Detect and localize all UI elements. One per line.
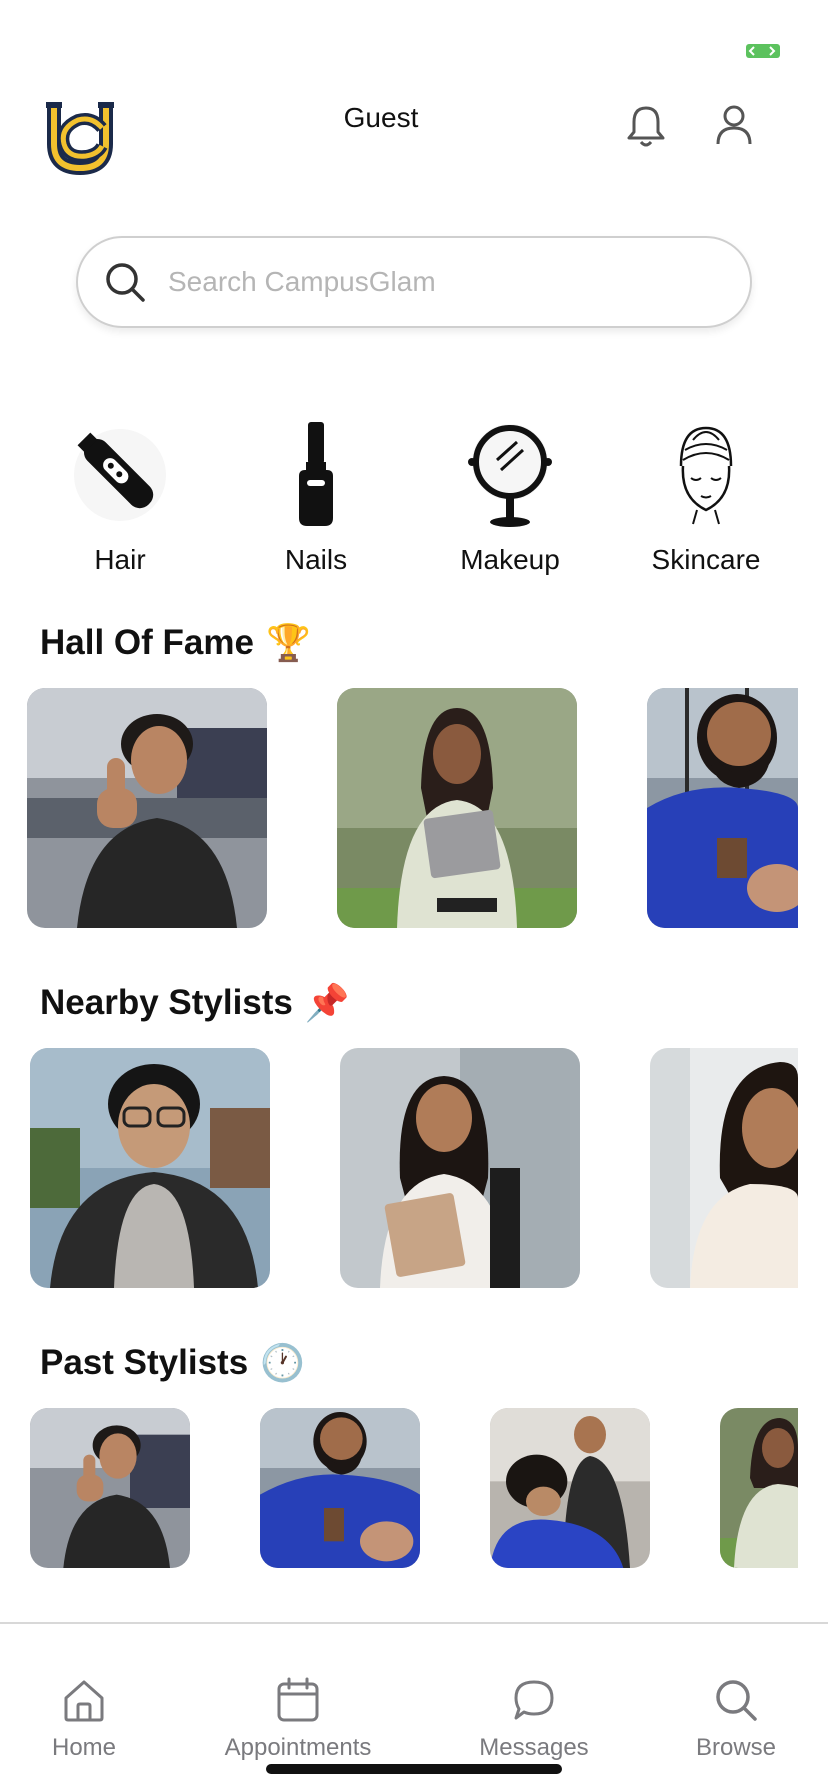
tab-browse[interactable]: Browse [646, 1676, 826, 1762]
search-icon [106, 263, 145, 302]
profile-icon[interactable] [708, 100, 760, 152]
stylist-photo [30, 1048, 270, 1288]
category-nails[interactable]: Nails [236, 420, 396, 590]
stylist-card[interactable] [340, 1048, 580, 1288]
stylist-card[interactable] [260, 1408, 420, 1568]
category-label: Hair [94, 544, 146, 575]
section-title-text: Past Stylists [40, 1343, 249, 1382]
section-title-text: Nearby Stylists [40, 983, 293, 1022]
category-label: Makeup [460, 544, 560, 575]
face-towel-icon [679, 426, 733, 525]
stylist-card[interactable] [337, 688, 577, 928]
section-title-text: Hall Of Fame [40, 623, 254, 662]
stylist-card[interactable] [30, 1048, 270, 1288]
category-label: Nails [284, 544, 348, 575]
stylist-card[interactable] [650, 1048, 798, 1288]
stylist-card[interactable] [27, 688, 267, 928]
category-makeup[interactable]: Makeup [430, 420, 590, 590]
tab-label: Home [51, 1734, 117, 1761]
nearby-stylists-row [0, 1048, 798, 1288]
home-icon [64, 1680, 104, 1722]
search-icon [716, 1680, 757, 1721]
calendar-icon [277, 1677, 319, 1722]
stylist-photo [27, 688, 267, 928]
tab-home[interactable]: Home [0, 1676, 174, 1762]
chat-bubble-icon [514, 1680, 554, 1720]
tab-label: Messages [479, 1734, 589, 1761]
trophy-icon: 🏆 [265, 622, 311, 663]
stylist-card[interactable] [720, 1408, 798, 1568]
clock-icon: 🕐 [260, 1342, 305, 1383]
top-header: Guest [0, 84, 828, 184]
pushpin-icon: 📌 [304, 982, 350, 1023]
hall-of-fame-title: Hall Of Fame 🏆 [40, 622, 311, 664]
stylist-photo [30, 1408, 190, 1568]
bell-icon[interactable] [620, 100, 672, 152]
tab-messages[interactable]: Messages [444, 1676, 624, 1762]
makeup-mirror-icon [468, 424, 552, 527]
category-skincare[interactable]: Skincare [626, 420, 786, 590]
nail-polish-icon [299, 422, 333, 526]
category-row: Hair Nails Makeup Skincare [0, 420, 828, 590]
stylist-photo [647, 688, 798, 928]
home-indicator [266, 1764, 562, 1774]
stylist-card[interactable] [490, 1408, 650, 1568]
tab-label: Appointments [224, 1734, 372, 1761]
search-bar[interactable] [76, 236, 752, 328]
stylist-photo [490, 1408, 650, 1568]
stylist-card[interactable] [30, 1408, 190, 1568]
stylist-photo [340, 1048, 580, 1288]
past-stylists-row [0, 1408, 798, 1568]
stylist-photo [720, 1408, 798, 1568]
stylist-photo [650, 1048, 798, 1288]
category-label: Skincare [651, 544, 761, 575]
nearby-stylists-title: Nearby Stylists 📌 [40, 982, 350, 1024]
past-stylists-title: Past Stylists 🕐 [40, 1342, 305, 1384]
tab-label: Browse [695, 1734, 777, 1761]
hall-of-fame-row [0, 688, 798, 928]
stylist-photo [337, 688, 577, 928]
stylist-photo [260, 1408, 420, 1568]
tab-appointments[interactable]: Appointments [208, 1676, 388, 1762]
stylist-card[interactable] [647, 688, 798, 928]
search-input[interactable] [168, 266, 688, 298]
hair-clipper-icon [74, 429, 166, 521]
category-hair[interactable]: Hair [40, 420, 200, 590]
battery-icon [746, 44, 780, 58]
